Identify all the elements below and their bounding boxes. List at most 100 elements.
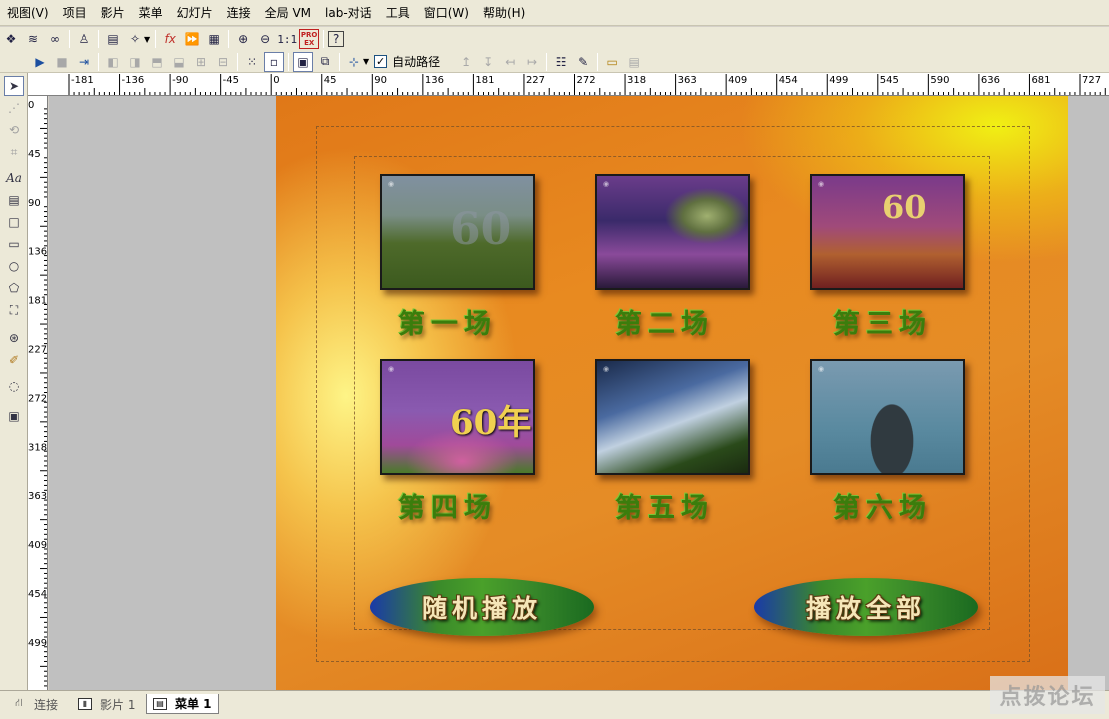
- menu-help[interactable]: 帮助(H): [476, 2, 532, 24]
- dropdown-arrow-icon[interactable]: ▼: [363, 57, 369, 66]
- preview-icon[interactable]: ⧉: [315, 52, 335, 72]
- pro-ex-icon[interactable]: PRO EX: [299, 29, 320, 49]
- route-icon[interactable]: ⊹: [344, 52, 364, 72]
- distribute-h-icon[interactable]: ⊞: [191, 52, 211, 72]
- simulate-icon[interactable]: ♙: [74, 29, 94, 49]
- ruler-label: -90: [172, 75, 188, 86]
- menu-project[interactable]: 项目: [56, 2, 94, 24]
- crop-tool-icon[interactable]: ⌗: [4, 142, 24, 162]
- frame-tool-icon[interactable]: ▣: [4, 406, 24, 426]
- polygon-tool-icon[interactable]: ⬠: [4, 278, 24, 298]
- menu-tools[interactable]: 工具: [379, 2, 417, 24]
- rectangle-tool-icon[interactable]: □: [4, 212, 24, 232]
- ruler-label: 454: [779, 75, 798, 86]
- node-tool-icon[interactable]: ⋰: [4, 98, 24, 118]
- tab-link[interactable]: ⛙ 连接: [6, 694, 64, 714]
- scene-label-4[interactable]: 第四场: [398, 486, 497, 525]
- scene-label-1[interactable]: 第一场: [398, 302, 497, 341]
- grid-icon[interactable]: ⁙: [242, 52, 262, 72]
- scene-thumbnail-4[interactable]: ◉ 60年: [380, 359, 535, 475]
- toolbar-separator: [69, 30, 70, 48]
- rotate-tool-icon[interactable]: ⟲: [4, 120, 24, 140]
- ruler-label: -136: [122, 75, 145, 86]
- menu-slideshow[interactable]: 幻灯片: [170, 2, 220, 24]
- eyedropper-tool-icon[interactable]: ✐: [4, 350, 24, 370]
- text-tool-icon[interactable]: Aa: [4, 168, 24, 188]
- scene-thumbnail-1[interactable]: ◉ 60: [380, 174, 535, 290]
- scene-label-6[interactable]: 第六场: [833, 486, 932, 525]
- scene-thumbnail-3[interactable]: ◉ 60: [810, 174, 965, 290]
- properties-icon[interactable]: ▤: [103, 29, 123, 49]
- textbox-tool-icon[interactable]: ▤: [4, 190, 24, 210]
- function-icon[interactable]: fx: [160, 29, 180, 49]
- safe-area-icon[interactable]: ▫: [264, 51, 284, 72]
- layers-icon[interactable]: ❖: [1, 29, 21, 49]
- tv-view-icon[interactable]: ▣: [293, 51, 313, 72]
- scene-thumbnail-5[interactable]: ◉: [595, 359, 750, 475]
- route-left-icon[interactable]: ↤: [500, 52, 520, 72]
- menu-lab-dialog[interactable]: lab-对话: [318, 2, 379, 24]
- align-top-icon[interactable]: ⬒: [147, 52, 167, 72]
- menu-global-vm[interactable]: 全局 VM: [258, 2, 318, 24]
- ruler-label: 409: [728, 75, 747, 86]
- button-tool-icon[interactable]: ⊛: [4, 328, 24, 348]
- menubar: 视图(V) 项目 影片 菜单 幻灯片 连接 全局 VM lab-对话 工具 窗口…: [0, 0, 1109, 26]
- channel-logo: ◉: [603, 180, 610, 188]
- edit-route-icon[interactable]: ✎: [573, 52, 593, 72]
- menu-menu[interactable]: 菜单: [132, 2, 170, 24]
- stage-image: [597, 176, 748, 288]
- selection-frame-tool-icon[interactable]: ⛶: [4, 300, 24, 320]
- autopath-check-icon[interactable]: ✓: [374, 55, 388, 68]
- channel-logo: ◉: [603, 365, 610, 373]
- zoom-actual-button[interactable]: 1:1: [277, 29, 297, 49]
- tab-movie-1[interactable]: ▮ 影片 1: [72, 694, 141, 714]
- export-icon[interactable]: ▦: [204, 29, 224, 49]
- step-icon[interactable]: ⇥: [74, 52, 94, 72]
- dropdown-arrow-icon[interactable]: ▼: [144, 35, 150, 44]
- link-tab-icon: ⛙: [15, 696, 23, 709]
- ruler-label: 318: [627, 75, 646, 86]
- scene-thumbnail-2[interactable]: ◉: [595, 174, 750, 290]
- ruler-label: 181: [475, 75, 494, 86]
- play-icon[interactable]: ▶: [30, 52, 50, 72]
- ruler-label: 0: [273, 75, 279, 86]
- channel-logo: ◉: [388, 180, 395, 188]
- menu-view[interactable]: 视图(V): [0, 2, 56, 24]
- menu-link[interactable]: 连接: [220, 2, 258, 24]
- scene-label-2[interactable]: 第二场: [615, 302, 714, 341]
- route-right-icon[interactable]: ↦: [522, 52, 542, 72]
- ruler-label: 727: [1082, 75, 1101, 86]
- stack-icon[interactable]: ≋: [23, 29, 43, 49]
- ellipse-tool-icon[interactable]: ○: [4, 256, 24, 276]
- stop-icon[interactable]: ■: [52, 52, 72, 72]
- autopath-checkbox[interactable]: ✓ 自动路径: [374, 53, 440, 70]
- binoculars-icon[interactable]: ∞: [45, 29, 65, 49]
- menu-movie[interactable]: 影片: [94, 2, 132, 24]
- distribute-v-icon[interactable]: ⊟: [213, 52, 233, 72]
- main-toolbar: ❖ ≋ ∞ ♙ ▤ ✧ ▼ fx ⏩ ▦ ⊕ ⊖ 1:1 PRO EX ?: [0, 27, 1109, 51]
- scene-label-3[interactable]: 第三场: [833, 302, 932, 341]
- align-center-icon[interactable]: ◨: [125, 52, 145, 72]
- scene-label-5[interactable]: 第五场: [615, 486, 714, 525]
- menu-canvas[interactable]: ◉ 60 ◉ ◉ 60 第一场 第二场 第三场 ◉ 60年 ◉ ◉ 第四场 第五…: [276, 96, 1068, 690]
- pointer-tool-icon[interactable]: ➤: [4, 76, 24, 96]
- button-list-icon[interactable]: ☷: [551, 52, 571, 72]
- open-folder-icon[interactable]: ▭: [602, 52, 622, 72]
- menu-window[interactable]: 窗口(W): [417, 2, 476, 24]
- align-bottom-icon[interactable]: ⬓: [169, 52, 189, 72]
- filled-rectangle-tool-icon[interactable]: ▭: [4, 234, 24, 254]
- play-all-button[interactable]: 播放全部: [754, 578, 978, 636]
- route-down-icon[interactable]: ↧: [478, 52, 498, 72]
- circle-tool-icon[interactable]: ◌: [4, 376, 24, 396]
- zoom-out-icon[interactable]: ⊖: [255, 29, 275, 49]
- subtitle-icon[interactable]: ▤: [624, 52, 644, 72]
- shuffle-play-button[interactable]: 随机播放: [370, 578, 594, 636]
- align-left-icon[interactable]: ◧: [103, 52, 123, 72]
- zoom-in-icon[interactable]: ⊕: [233, 29, 253, 49]
- disc-ffwd-icon[interactable]: ⏩: [182, 29, 202, 49]
- scene-thumbnail-6[interactable]: ◉: [810, 359, 965, 475]
- magic-wand-icon[interactable]: ✧: [125, 29, 145, 49]
- tab-menu-1[interactable]: ▤ 菜单 1: [146, 694, 219, 714]
- help-icon[interactable]: ?: [328, 31, 345, 47]
- route-up-icon[interactable]: ↥: [456, 52, 476, 72]
